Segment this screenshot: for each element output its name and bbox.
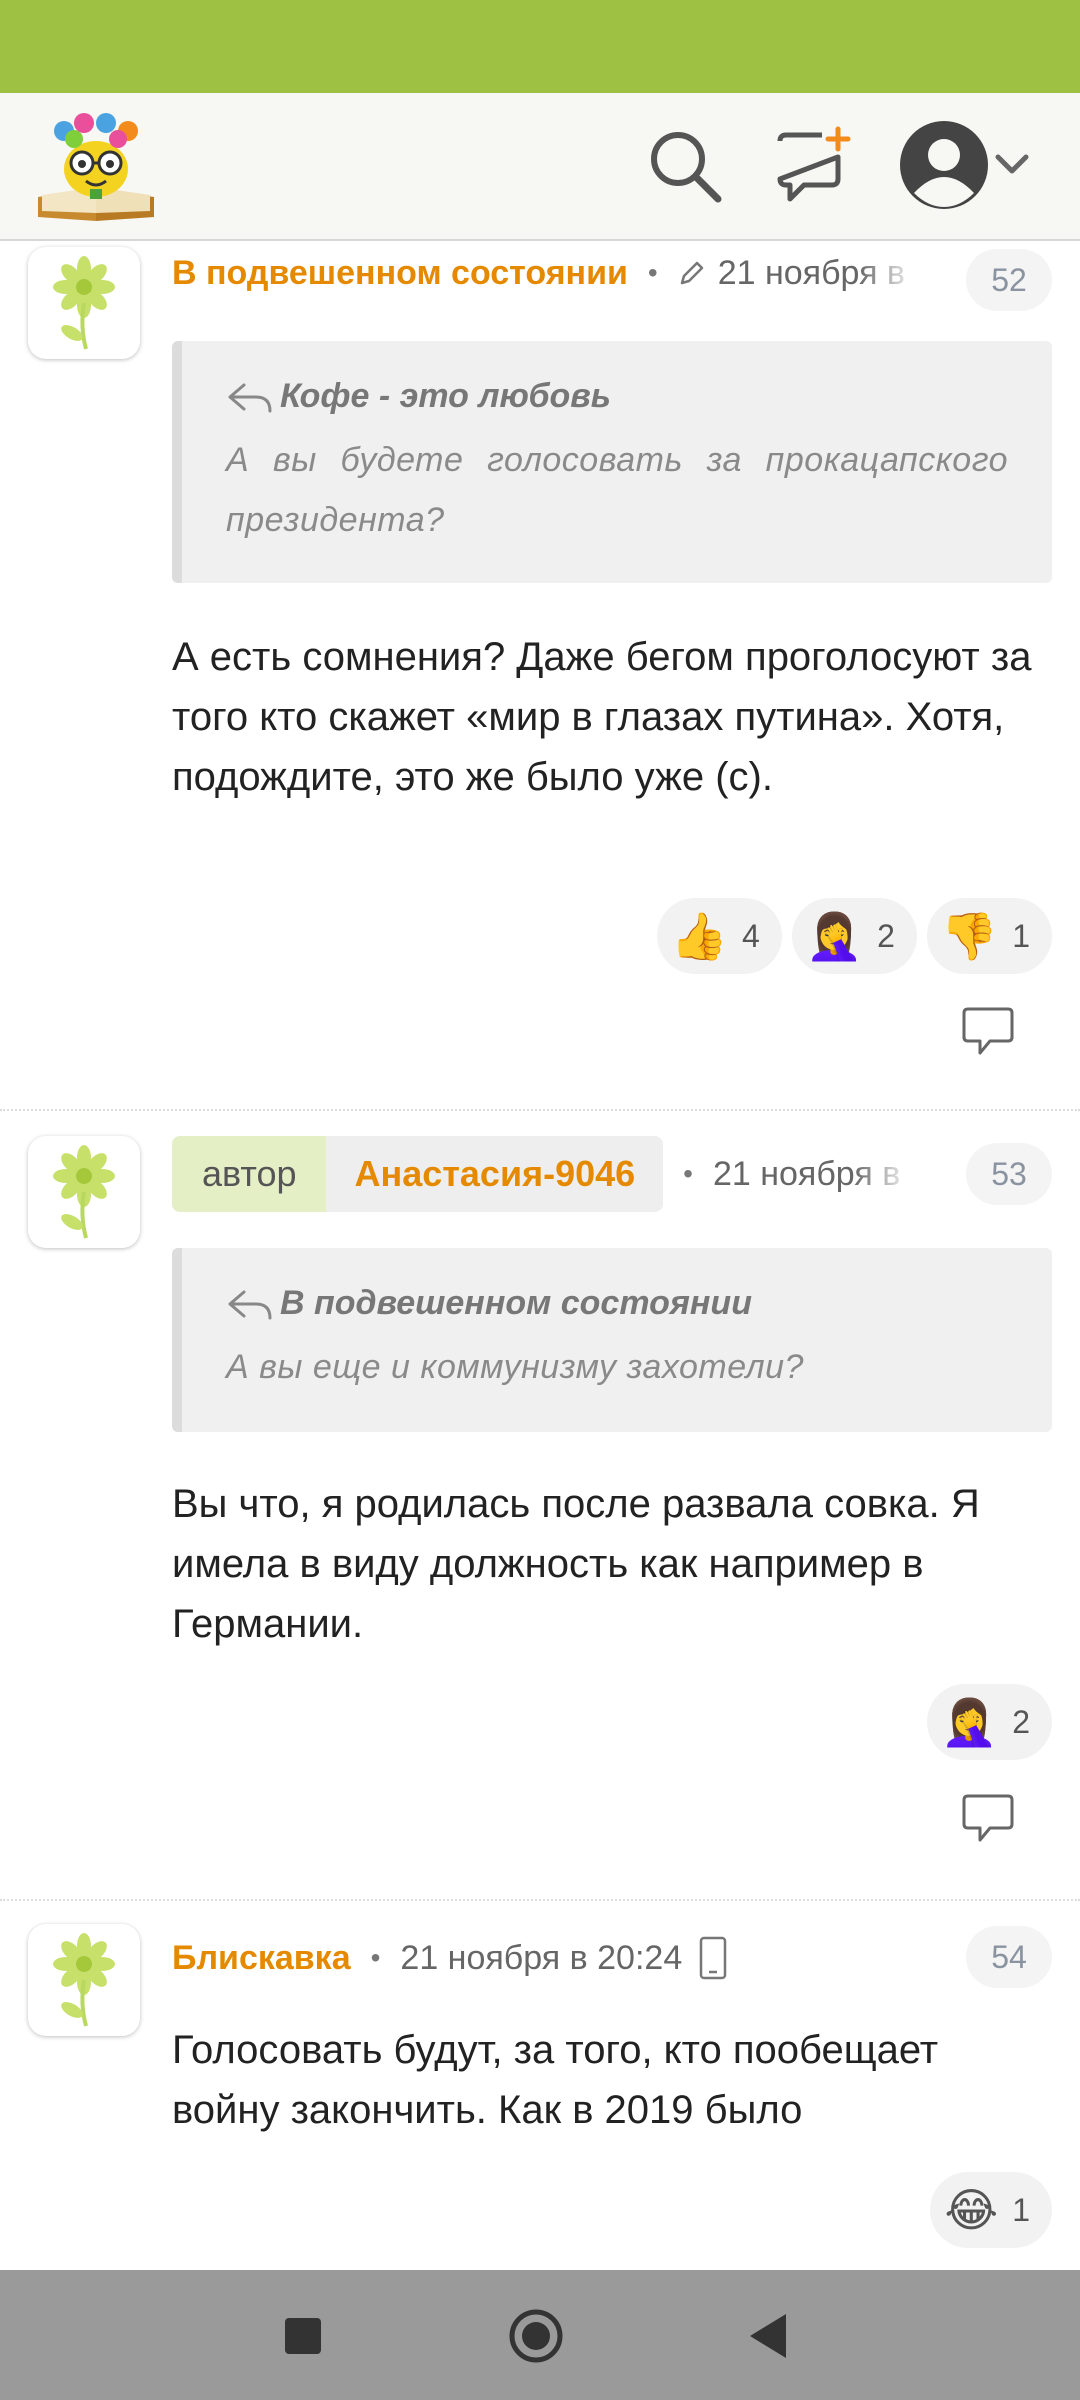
- comment-meta: В подвешенном состоянии • 21 ноября в: [172, 243, 918, 303]
- comment-date: 21 ноября в 20:24: [400, 1938, 683, 1977]
- status-bar: [0, 0, 1080, 93]
- reaction-count: 4: [742, 917, 760, 954]
- quote-text: А вы будете голосовать за прокацапского …: [226, 441, 1008, 539]
- quote-block: В подвешенном состоянии А вы еще и комму…: [172, 1248, 1052, 1432]
- comment-number-badge[interactable]: 54: [966, 1926, 1052, 1988]
- comment-number-badge[interactable]: 52: [966, 249, 1052, 311]
- quote-author-name: В подвешенном состоянии: [280, 1284, 752, 1322]
- comment-date: 21 ноября в: [717, 253, 905, 292]
- quote-author: Кофе - это любовь: [226, 377, 1008, 416]
- reaction-facepalm[interactable]: 🤦‍♀️ 2: [926, 1684, 1052, 1760]
- author-name[interactable]: В подвешенном состоянии: [172, 254, 628, 293]
- reply-arrow-icon: [228, 1290, 272, 1319]
- comment-item: Блискавка • 21 ноября в 20:24 54 Голосов…: [0, 1924, 1080, 2270]
- separator-dot: •: [683, 1158, 693, 1189]
- comments-feed: В подвешенном состоянии • 21 ноября в 52…: [0, 243, 1080, 2270]
- quote-block: Кофе - это любовь А вы будете голосовать…: [172, 341, 1052, 583]
- thumbs-up-icon: 👍: [670, 909, 729, 963]
- reaction-thumbs-up[interactable]: 👍 4: [656, 898, 782, 974]
- avatar[interactable]: [28, 1136, 140, 1248]
- comment-divider: [0, 1109, 1080, 1111]
- system-navigation-bar: [0, 2270, 1080, 2400]
- reaction-laughing[interactable]: 😂 1: [930, 2172, 1052, 2248]
- separator-dot: •: [370, 1942, 381, 1973]
- flower-avatar-icon: [53, 1933, 115, 2027]
- reaction-thumbs-down[interactable]: 👎 1: [926, 898, 1052, 974]
- author-name[interactable]: Блискавка: [172, 1939, 351, 1978]
- facepalm-icon: 🤦‍♀️: [805, 909, 864, 963]
- avatar[interactable]: [28, 1924, 140, 2036]
- separator-dot: •: [647, 257, 658, 288]
- reactions-bar: 👍 4 🤦‍♀️ 2 👎 1: [656, 898, 1052, 974]
- quote-text: А вы еще и коммунизму захотели?: [226, 1348, 804, 1386]
- reaction-count: 2: [1012, 1703, 1030, 1740]
- reactions-bar: 🤦‍♀️ 2: [926, 1684, 1052, 1760]
- quote-author-name: Кофе - это любовь: [280, 377, 611, 415]
- phone-icon: [699, 1936, 727, 1980]
- reply-arrow-icon: [228, 383, 272, 412]
- new-post-icon[interactable]: [772, 123, 856, 207]
- author-label: автор: [172, 1136, 327, 1212]
- comment-text: А есть сомнения? Даже бегом проголосуют …: [172, 635, 1032, 799]
- flower-avatar-icon: [53, 1145, 115, 1239]
- comment-text: Вы что, я родилась после развала совка. …: [172, 1482, 980, 1646]
- reaction-count: 1: [1012, 917, 1030, 954]
- chevron-down-icon[interactable]: [990, 147, 1034, 183]
- edited-pencil-icon: [680, 261, 703, 285]
- home-icon[interactable]: [506, 2306, 566, 2366]
- comment-text: Голосовать будут, за того, кто пообещает…: [172, 2028, 939, 2132]
- thumbs-down-icon: 👎: [940, 909, 999, 963]
- comment-date: 21 ноября в: [712, 1154, 901, 1193]
- author-tag[interactable]: автор Анастасия-9046: [172, 1136, 664, 1212]
- top-app-bar: [0, 93, 1080, 241]
- author-name: Анастасия-9046: [354, 1153, 636, 1194]
- back-icon[interactable]: [738, 2306, 798, 2366]
- reaction-facepalm[interactable]: 🤦‍♀️ 2: [791, 898, 917, 974]
- comment-meta: автор Анастасия-9046 • 21 ноября в: [172, 1136, 913, 1212]
- comment-item: автор Анастасия-9046 • 21 ноября в 53 В …: [0, 1136, 1080, 1922]
- search-icon[interactable]: [642, 123, 726, 207]
- logo-icon[interactable]: [34, 111, 158, 223]
- laughing-icon: 😂: [944, 2183, 999, 2237]
- reaction-count: 1: [1012, 2191, 1030, 2228]
- facepalm-icon: 🤦‍♀️: [940, 1695, 999, 1749]
- avatar[interactable]: [28, 247, 140, 359]
- comment-item: В подвешенном состоянии • 21 ноября в 52…: [0, 243, 1080, 1109]
- quote-author: В подвешенном состоянии: [226, 1284, 1008, 1323]
- reply-comment-icon[interactable]: [958, 1005, 1018, 1057]
- avatar-icon[interactable]: [898, 119, 990, 211]
- reply-comment-icon[interactable]: [958, 1792, 1018, 1844]
- comment-divider: [0, 1899, 1080, 1901]
- flower-avatar-icon: [53, 256, 115, 350]
- recent-apps-icon[interactable]: [273, 2306, 333, 2366]
- reactions-bar: 😂 1: [930, 2172, 1052, 2248]
- comment-number-badge[interactable]: 53: [966, 1143, 1052, 1205]
- reaction-count: 2: [877, 917, 895, 954]
- comment-meta: Блискавка • 21 ноября в 20:24: [172, 1928, 728, 1988]
